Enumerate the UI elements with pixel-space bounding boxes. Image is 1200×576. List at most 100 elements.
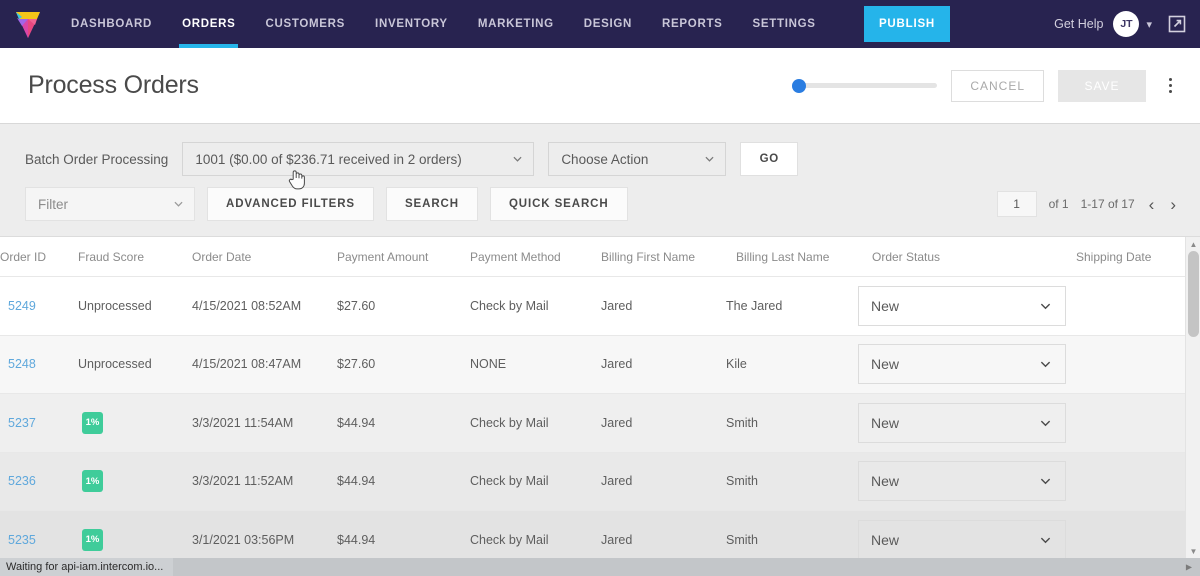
cell-billing-last-name: Smith: [726, 532, 758, 547]
column-header-order-id[interactable]: Order ID: [0, 250, 46, 264]
page-count-label: of 1: [1048, 197, 1069, 211]
order-status-value: New: [871, 531, 900, 548]
order-status-value: New: [871, 414, 900, 431]
cell-order-date: 3/1/2021 03:56PM: [192, 532, 295, 547]
column-header-order-status[interactable]: Order Status: [872, 250, 940, 264]
chevron-right-icon[interactable]: ›: [1168, 196, 1178, 213]
advanced-filters-button[interactable]: ADVANCED FILTERS: [207, 187, 374, 221]
batch-order-select-value: 1001 ($0.00 of $236.71 received in 2 ord…: [195, 151, 462, 167]
table-row[interactable]: 5237 1% 3/3/2021 11:54AM $44.94 Check by…: [0, 394, 1200, 453]
cell-order-date: 4/15/2021 08:52AM: [192, 298, 302, 313]
nav-item-customers[interactable]: CUSTOMERS: [250, 0, 360, 48]
column-header-billing-first-name[interactable]: Billing First Name: [601, 250, 695, 264]
column-header-shipping-date[interactable]: Shipping Date: [1076, 250, 1151, 264]
cell-payment-method: Check by Mail: [470, 298, 549, 313]
cell-order-id[interactable]: 5248: [8, 357, 36, 371]
slider-thumb[interactable]: [792, 78, 807, 93]
chevron-down-icon: [1040, 420, 1051, 427]
order-status-select[interactable]: New: [858, 344, 1066, 385]
nav-right-cluster: Get Help JT ▾: [1054, 0, 1186, 48]
horizontal-scroll-right-arrow-icon[interactable]: ▶: [1186, 563, 1192, 572]
table-row[interactable]: 5236 1% 3/3/2021 11:52AM $44.94 Check by…: [0, 452, 1200, 511]
choose-action-select[interactable]: Choose Action: [548, 142, 727, 176]
nav-item-orders[interactable]: ORDERS: [167, 0, 250, 48]
vertical-scrollbar-thumb[interactable]: [1188, 251, 1199, 337]
cell-billing-first-name: Jared: [601, 298, 633, 313]
cell-billing-first-name: Jared: [601, 415, 633, 430]
progress-slider[interactable]: [792, 75, 938, 97]
page-number-input[interactable]: [996, 191, 1037, 217]
page-header: Process Orders CANCEL SAVE: [0, 48, 1200, 124]
chevron-down-icon: [513, 156, 522, 162]
primary-nav-items: DASHBOARD ORDERS CUSTOMERS INVENTORY MAR…: [56, 0, 831, 48]
table-row[interactable]: 5248 Unprocessed 4/15/2021 08:47AM $27.6…: [0, 335, 1200, 394]
orders-toolbar: Batch Order Processing 1001 ($0.00 of $2…: [0, 124, 1200, 237]
cell-payment-amount: $44.94: [337, 474, 376, 489]
fraud-score-badge: 1%: [82, 411, 103, 434]
cell-billing-first-name: Jared: [601, 357, 633, 372]
table-row[interactable]: 5235 1% 3/1/2021 03:56PM $44.94 Check by…: [0, 511, 1200, 558]
nav-item-marketing[interactable]: MARKETING: [463, 0, 569, 48]
batch-processing-row: Batch Order Processing 1001 ($0.00 of $2…: [0, 124, 1200, 176]
column-header-payment-amount[interactable]: Payment Amount: [337, 250, 428, 264]
scroll-up-arrow-icon[interactable]: ▲: [1186, 237, 1200, 251]
nav-item-design[interactable]: DESIGN: [569, 0, 647, 48]
status-bar-text: Waiting for api-iam.intercom.io...: [0, 558, 174, 576]
table-row[interactable]: 5249 Unprocessed 4/15/2021 08:52AM $27.6…: [0, 277, 1200, 336]
save-button[interactable]: SAVE: [1058, 69, 1146, 102]
cell-billing-first-name: Jared: [601, 532, 633, 547]
chevron-left-icon[interactable]: ‹: [1147, 196, 1157, 213]
order-status-select[interactable]: New: [858, 519, 1066, 558]
chevron-down-icon[interactable]: ▾: [1146, 18, 1152, 31]
cell-payment-amount: $44.94: [337, 532, 376, 547]
brand-gem-logo[interactable]: [0, 0, 56, 48]
cell-payment-amount: $27.60: [337, 357, 376, 372]
fraud-score-badge: 1%: [82, 470, 103, 493]
chevron-down-icon: [705, 156, 714, 162]
cell-payment-method: Check by Mail: [470, 415, 549, 430]
cell-order-date: 3/3/2021 11:54AM: [192, 415, 294, 430]
nav-item-reports[interactable]: REPORTS: [647, 0, 738, 48]
column-header-payment-method[interactable]: Payment Method: [470, 250, 561, 264]
scroll-down-arrow-icon[interactable]: ▼: [1186, 544, 1200, 558]
publish-button[interactable]: PUBLISH: [864, 6, 950, 42]
page-header-actions: CANCEL SAVE: [792, 69, 1180, 102]
cell-billing-last-name: Smith: [726, 474, 758, 489]
chevron-down-icon: [174, 201, 183, 207]
batch-order-select[interactable]: 1001 ($0.00 of $236.71 received in 2 ord…: [182, 142, 535, 176]
orders-table: Order ID Fraud Score Order Date Payment …: [0, 237, 1200, 558]
quick-search-button[interactable]: QUICK SEARCH: [489, 187, 628, 221]
cell-order-id[interactable]: 5236: [8, 474, 36, 488]
cell-order-id[interactable]: 5237: [8, 416, 36, 430]
vertical-scrollbar[interactable]: ▲ ▼: [1185, 237, 1200, 558]
filter-select-value: Filter: [38, 196, 68, 212]
cell-order-id[interactable]: 5235: [8, 533, 36, 547]
chevron-down-icon: [1040, 303, 1051, 310]
nav-item-inventory[interactable]: INVENTORY: [360, 0, 463, 48]
cancel-button[interactable]: CANCEL: [951, 69, 1044, 102]
cell-payment-method: Check by Mail: [470, 474, 549, 489]
kebab-menu-icon[interactable]: [1160, 72, 1180, 100]
order-status-select[interactable]: New: [858, 461, 1066, 502]
cell-payment-method: Check by Mail: [470, 532, 549, 547]
external-link-icon[interactable]: [1168, 15, 1186, 33]
column-header-order-date[interactable]: Order Date: [192, 250, 251, 264]
column-header-billing-last-name[interactable]: Billing Last Name: [736, 250, 829, 264]
nav-item-dashboard[interactable]: DASHBOARD: [56, 0, 167, 48]
chevron-down-icon: [1040, 537, 1051, 544]
pagination: of 1 1-17 of 17 ‹ ›: [996, 187, 1178, 221]
nav-item-settings[interactable]: SETTINGS: [738, 0, 831, 48]
search-button[interactable]: SEARCH: [385, 187, 478, 221]
avatar[interactable]: JT: [1113, 11, 1140, 37]
get-help-link[interactable]: Get Help: [1054, 17, 1103, 31]
browser-status-bar: Waiting for api-iam.intercom.io... ▶: [0, 558, 1200, 576]
cell-billing-last-name: The Jared: [726, 298, 783, 313]
fraud-score-badge: 1%: [82, 528, 103, 551]
order-status-select[interactable]: New: [858, 285, 1066, 326]
order-status-select[interactable]: New: [858, 402, 1066, 443]
cell-billing-last-name: Kile: [726, 357, 747, 372]
go-button[interactable]: GO: [740, 142, 799, 176]
column-header-fraud-score[interactable]: Fraud Score: [78, 250, 144, 264]
cell-order-id[interactable]: 5249: [8, 299, 36, 313]
filter-select[interactable]: Filter: [25, 187, 195, 221]
